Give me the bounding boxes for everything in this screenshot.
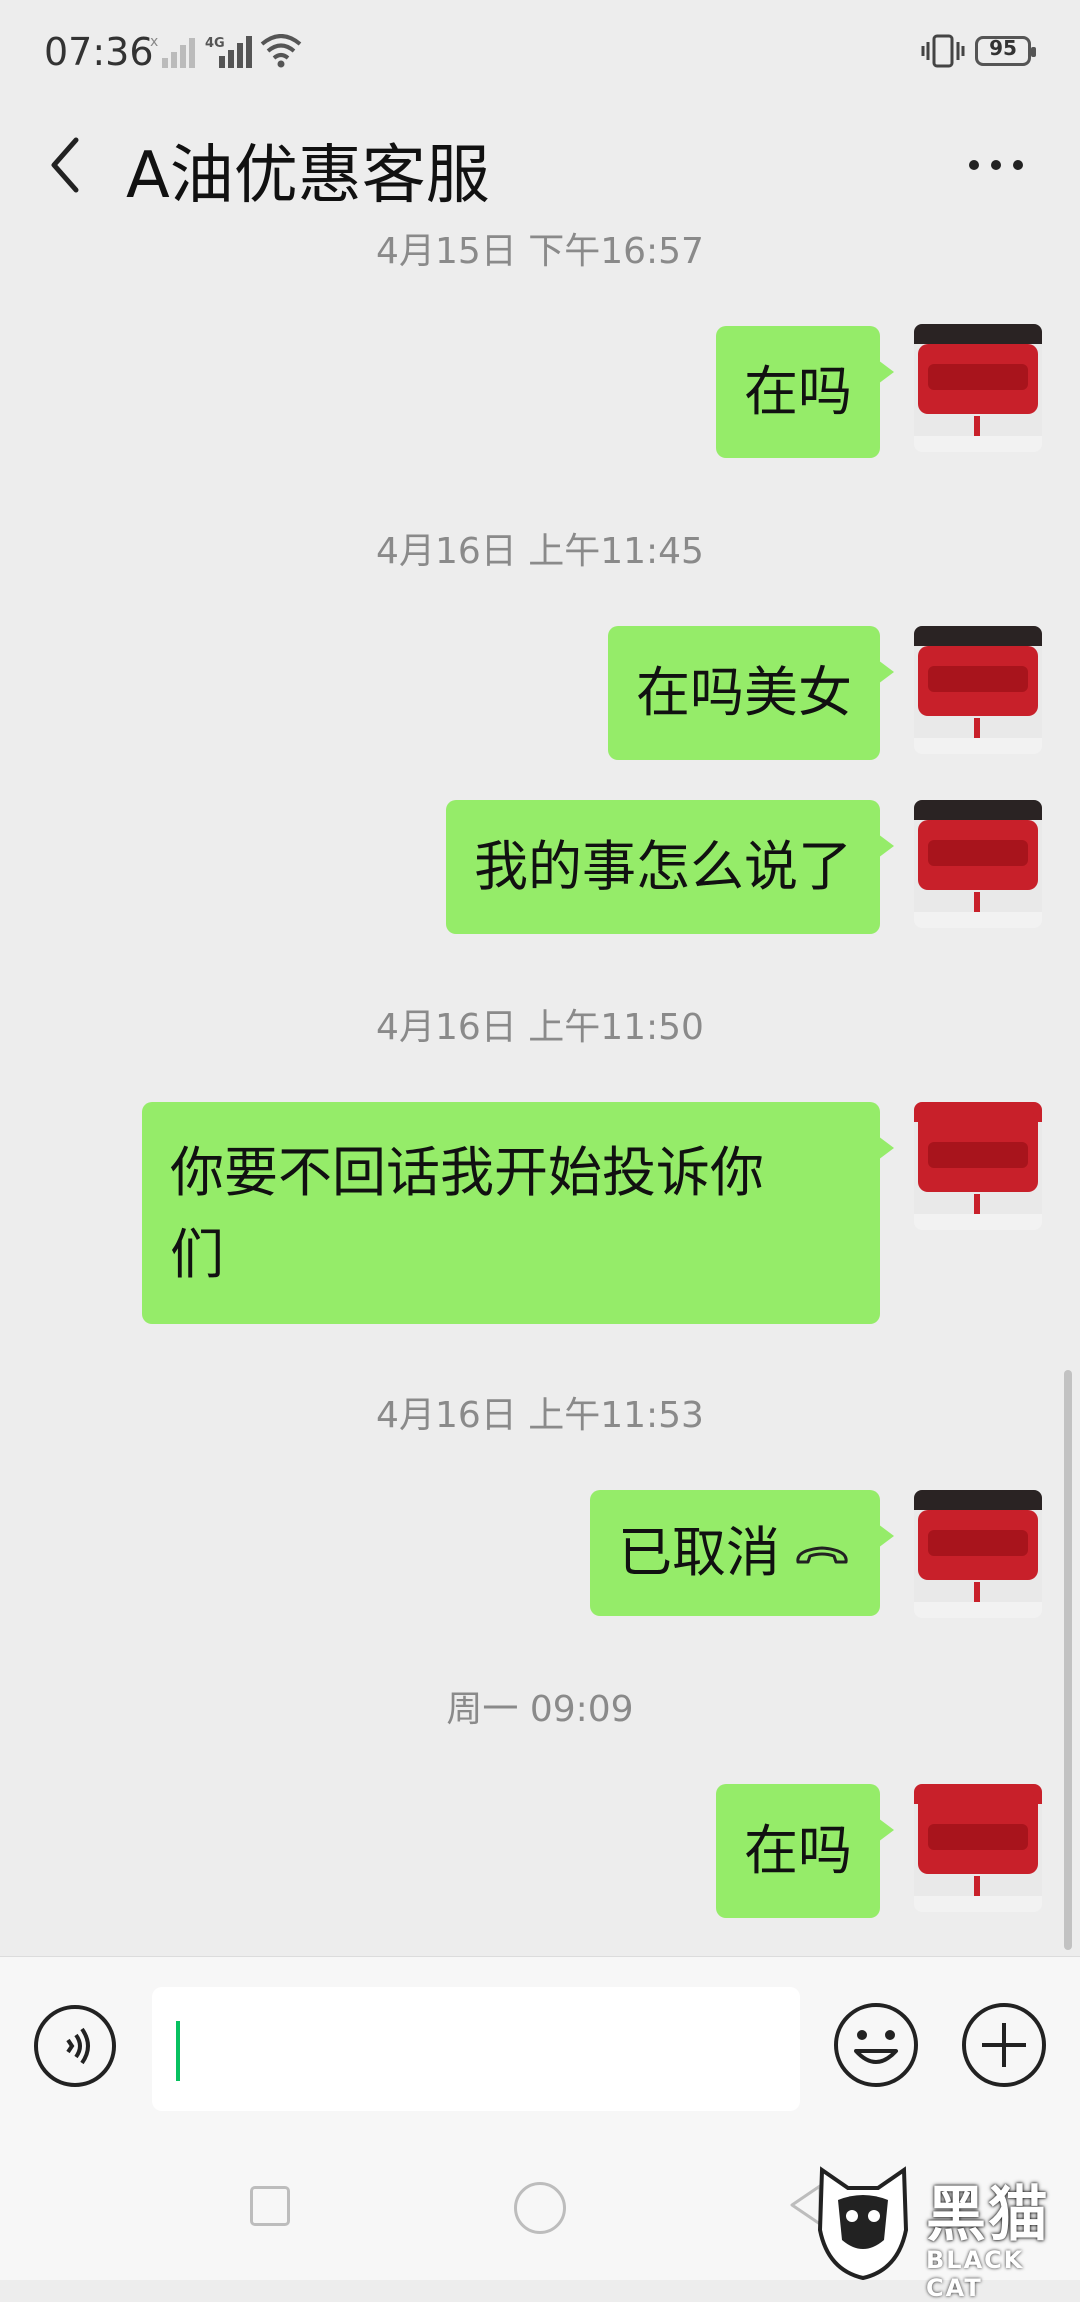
message-bubble[interactable]: 在吗美女	[608, 626, 894, 760]
message-bubble[interactable]: 在吗	[716, 1784, 894, 1918]
scrollbar[interactable]	[1064, 1370, 1072, 1950]
watermark: 黑猫 BLACK CAT	[808, 2160, 1080, 2302]
voice-icon	[66, 2027, 90, 2065]
status-bar: 07:36 x 4G 95	[0, 0, 1080, 110]
svg-text:x: x	[150, 34, 158, 50]
phone-hangup-icon	[796, 1546, 848, 1564]
watermark-subtext: BLACK CAT	[926, 2246, 1025, 2302]
timestamp: 周一 09:09	[446, 1689, 634, 1730]
back-arrow-icon[interactable]	[40, 130, 90, 200]
avatar[interactable]	[914, 1784, 1042, 1912]
message-line: 你要不回话我开始投诉你	[170, 1141, 764, 1204]
message-bubble[interactable]: 我的事怎么说了	[446, 800, 894, 934]
more-options-icon[interactable]	[956, 150, 1036, 180]
call-status-text: 已取消	[618, 1521, 780, 1584]
battery-icon: 95	[975, 36, 1036, 66]
chat-header: A油优惠客服	[0, 110, 1080, 230]
home-button[interactable]	[514, 2182, 566, 2234]
emoji-icon[interactable]	[832, 2001, 920, 2089]
recent-apps-button[interactable]	[250, 2186, 290, 2226]
avatar[interactable]	[914, 626, 1042, 754]
timestamp: 4月16日 上午11:50	[376, 1007, 704, 1048]
message-line: 们	[170, 1223, 224, 1286]
message-bubble[interactable]: 在吗	[716, 326, 894, 458]
signal-4g-icon: 4G	[205, 36, 252, 68]
battery-level: 95	[989, 36, 1017, 60]
signal-sim1-icon: x	[150, 34, 195, 68]
message-bubble[interactable]: 你要不回话我开始投诉你 们	[142, 1102, 894, 1324]
message-input[interactable]	[152, 1987, 800, 2111]
avatar[interactable]	[914, 1490, 1042, 1618]
status-time: 07:36	[44, 30, 154, 74]
timestamp: 4月16日 上午11:53	[376, 1395, 704, 1436]
vibrate-icon	[921, 34, 965, 68]
cat-logo-icon	[817, 2166, 909, 2280]
wifi-icon	[260, 34, 302, 68]
svg-text:4G: 4G	[205, 36, 225, 51]
call-bubble[interactable]: 已取消	[590, 1490, 894, 1616]
voice-input-button[interactable]	[34, 2005, 116, 2087]
avatar[interactable]	[914, 1102, 1042, 1230]
text-caret	[176, 2021, 180, 2081]
timestamp: 4月15日 下午16:57	[376, 231, 704, 272]
avatar[interactable]	[914, 324, 1042, 452]
timestamp: 4月16日 上午11:45	[376, 531, 704, 572]
plus-icon[interactable]	[960, 2001, 1048, 2089]
avatar[interactable]	[914, 800, 1042, 928]
input-bar	[0, 1956, 1080, 2137]
watermark-text: 黑猫	[926, 2180, 1050, 2250]
chat-title: A油优惠客服	[126, 139, 490, 213]
